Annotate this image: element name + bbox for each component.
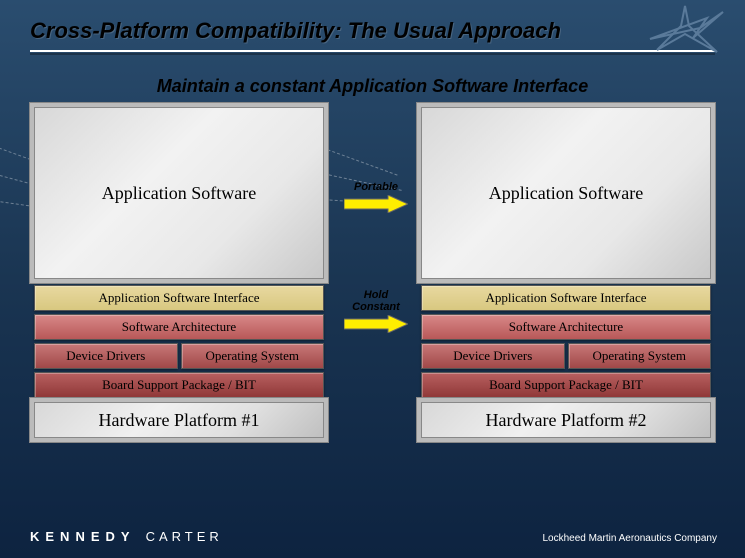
right-app-box: Application Software [421,107,711,279]
right-hardware-box: Hardware Platform #2 [421,402,711,438]
footer-company: Lockheed Martin Aeronautics Company [542,533,717,544]
left-hardware-box: Hardware Platform #1 [34,402,324,438]
right-interface-bar: Application Software Interface [421,285,711,311]
header: Cross-Platform Compatibility: The Usual … [0,0,745,60]
footer-brand: KENNEDY CARTER [30,529,223,544]
left-drivers-os-row: Device Drivers Operating System [34,343,324,369]
slide-title: Cross-Platform Compatibility: The Usual … [30,18,715,44]
portable-arrow-group: Portable [336,181,416,213]
left-architecture-bar: Software Architecture [34,314,324,340]
left-interface-bar: Application Software Interface [34,285,324,311]
hold-constant-arrow-group: Hold Constant [336,289,416,333]
arrow-right-icon [344,315,408,333]
arrow-right-icon [344,195,408,213]
right-os-bar: Operating System [568,343,712,369]
portable-label: Portable [336,181,416,193]
right-drivers-os-row: Device Drivers Operating System [421,343,711,369]
carter-text: CARTER [146,529,223,544]
right-stack: Application Software Application Softwar… [421,107,711,438]
right-architecture-bar: Software Architecture [421,314,711,340]
header-divider [30,50,715,52]
hold-constant-label: Hold Constant [336,289,416,313]
right-bsp-bar: Board Support Package / BIT [421,372,711,398]
subtitle: Maintain a constant Application Software… [0,76,745,97]
left-bsp-bar: Board Support Package / BIT [34,372,324,398]
left-app-box: Application Software [34,107,324,279]
kennedy-text: KENNEDY [30,529,136,544]
left-drivers-bar: Device Drivers [34,343,178,369]
left-os-bar: Operating System [181,343,325,369]
diagram-main: Application Software Application Softwar… [0,107,745,438]
right-drivers-bar: Device Drivers [421,343,565,369]
lockheed-star-icon [645,4,725,54]
left-stack: Application Software Application Softwar… [34,107,324,438]
